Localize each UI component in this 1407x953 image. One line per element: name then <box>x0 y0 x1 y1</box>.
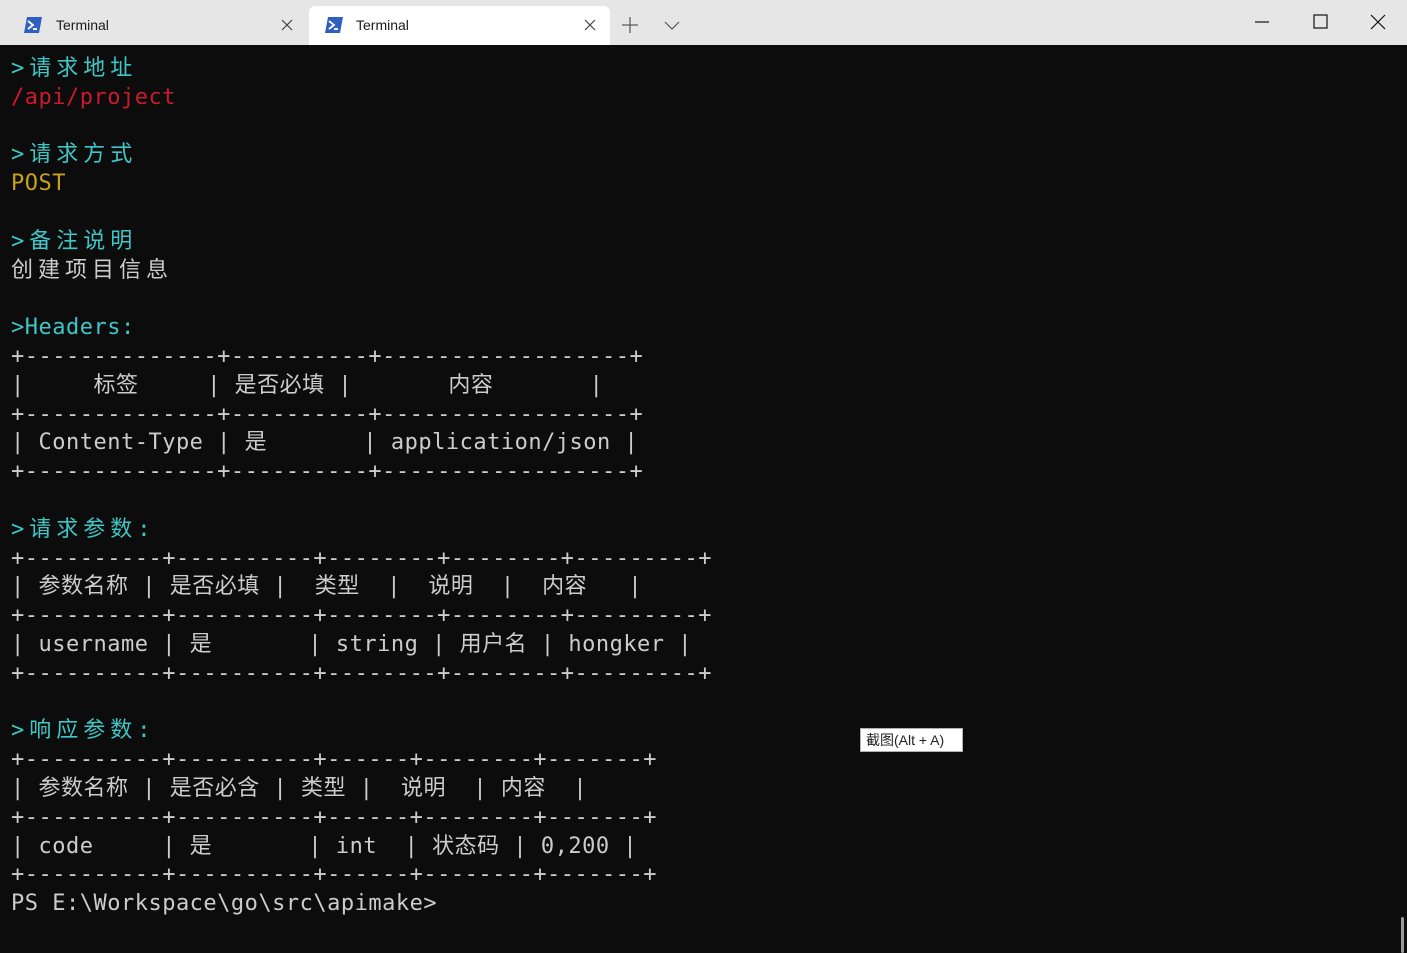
request-params-table-row: | username | 是 | string | 用户名 | hongker … <box>11 631 693 657</box>
response-params-table-row: +----------+----------+------+--------+-… <box>11 747 658 773</box>
request-params-table-row: +----------+----------+--------+--------… <box>11 545 713 571</box>
response-params-table-row: | 参数名称 | 是否必含 | 类型 | 说明 | 内容 | <box>11 775 588 801</box>
headers-table-row: | Content-Type | 是 | application/json | <box>11 430 639 456</box>
request-params-table-row: | 参数名称 | 是否必填 | 类型 | 说明 | 内容 | <box>11 574 643 600</box>
tab-terminal-1[interactable]: Terminal <box>12 6 307 45</box>
tab-label: Terminal <box>356 17 409 33</box>
headers-table-row: +--------------+----------+-------------… <box>11 401 644 427</box>
chevron-down-icon[interactable] <box>661 14 683 36</box>
request-url-heading: >请求地址 <box>11 56 138 81</box>
powershell-icon <box>325 17 343 33</box>
new-tab-icon[interactable] <box>619 14 641 36</box>
response-params-table-row: | code | 是 | int | 状态码 | 0,200 | <box>11 833 638 859</box>
request-params-heading: >请求参数: <box>11 516 156 542</box>
request-url: /api/project <box>11 84 176 110</box>
request-method-heading: >请求方式 <box>11 142 138 168</box>
headers-table-row: | 标签 | 是否必填 | 内容 | <box>11 372 604 398</box>
response-params-table-row: +----------+----------+------+--------+-… <box>11 862 658 888</box>
shell-prompt[interactable]: PS E:\Workspace\go\src\apimake> <box>11 890 712 919</box>
maximize-icon[interactable] <box>1305 8 1335 36</box>
title-bar: Terminal Terminal <box>0 0 1407 45</box>
tab-terminal-2[interactable]: Terminal <box>309 6 610 45</box>
response-params-heading: >响应参数: <box>11 718 156 744</box>
remark: 创建项目信息 <box>11 257 174 283</box>
powershell-icon <box>24 17 42 33</box>
headers-heading: >Headers: <box>11 315 135 341</box>
window-close-icon[interactable] <box>1363 8 1393 36</box>
minimize-icon[interactable] <box>1247 8 1277 36</box>
close-icon[interactable] <box>279 17 295 33</box>
close-icon[interactable] <box>582 17 598 33</box>
scrollbar-thumb[interactable] <box>1401 917 1404 953</box>
request-params-table-row: +----------+----------+--------+--------… <box>11 603 713 629</box>
headers-table-row: +--------------+----------+-------------… <box>11 459 644 485</box>
request-params-table-row: +----------+----------+--------+--------… <box>11 660 713 686</box>
response-params-table-row: +----------+----------+------+--------+-… <box>11 804 658 830</box>
terminal-output[interactable]: >请求地址 /api/project >请求方式 POST >备注说明 创建项目… <box>0 45 1407 953</box>
request-method: POST <box>11 171 66 197</box>
screenshot-tooltip: 截图(Alt + A) <box>860 728 963 752</box>
tab-label: Terminal <box>56 17 109 33</box>
remark-heading: >备注说明 <box>11 228 138 254</box>
headers-table-row: +--------------+----------+-------------… <box>11 343 644 369</box>
